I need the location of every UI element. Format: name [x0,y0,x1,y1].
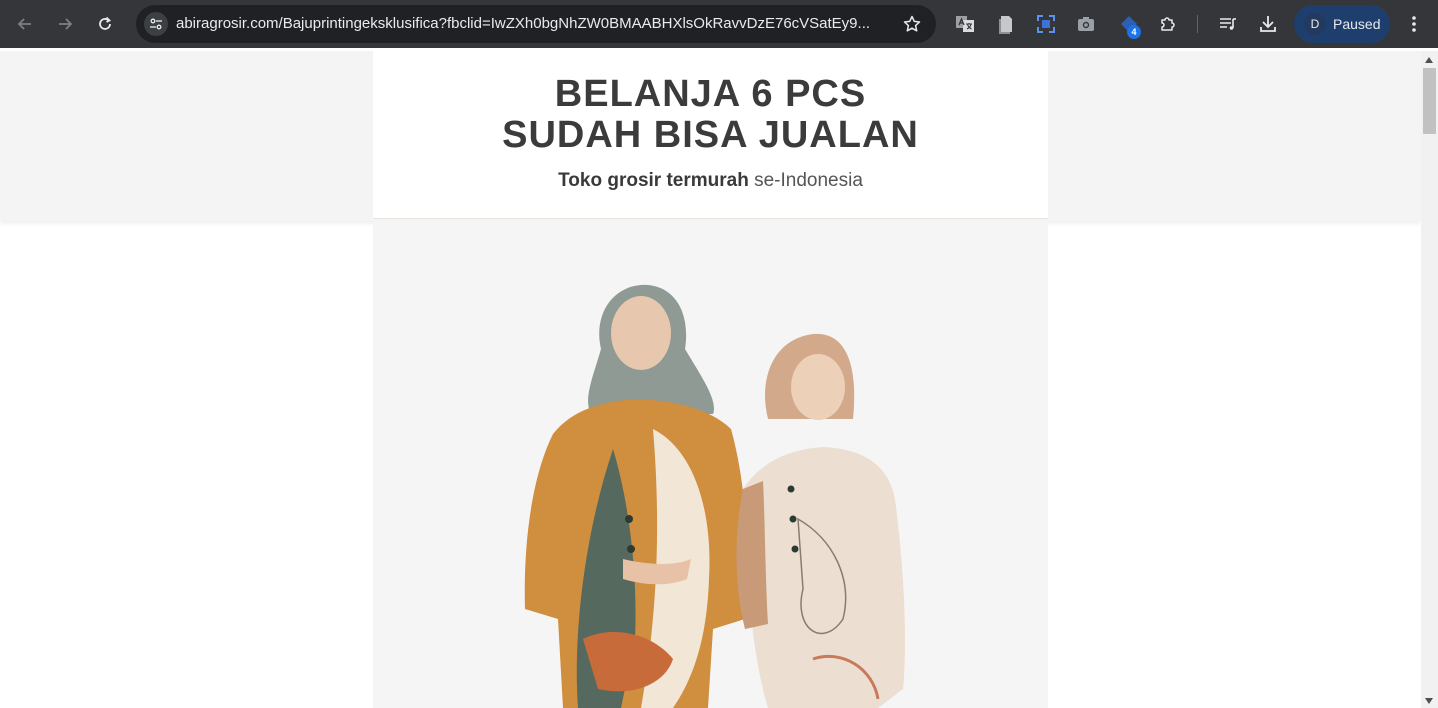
models-illustration [524,284,906,708]
back-button[interactable] [9,8,41,40]
headline-line-1: BELANJA 6 PCS [554,73,867,115]
extension-badge-count: 4 [1127,25,1141,39]
reload-icon [99,16,112,30]
profile-status-label: Paused [1333,16,1381,32]
reading-list-button[interactable] [1216,12,1240,36]
url-text[interactable]: abiragrosir.com/Bajuprintingeksklusifica… [176,5,892,43]
scroll-down-arrow-icon[interactable] [1425,698,1433,704]
queue-music-icon [1220,18,1236,30]
download-icon [1260,16,1276,32]
camera-icon [1078,17,1094,31]
more-vertical-icon [1412,16,1416,32]
downloads-button[interactable] [1256,12,1280,36]
translate-extension-button[interactable] [953,12,977,36]
model-left [524,284,748,708]
toolbar-separator [1197,15,1198,33]
profile-button[interactable]: D Paused [1294,5,1390,43]
capture-frame-icon [1037,15,1055,33]
subheadline-bold: Toko grosir termurah [558,170,749,191]
promo-headline: BELANJA 6 PCS SUDAH BISA JUALAN [373,51,1048,156]
reload-button[interactable] [89,8,121,40]
translate-icon [956,16,974,32]
document-icon [999,16,1012,34]
promo-subheadline: Toko grosir termurah se-Indonesia [373,170,1048,192]
puzzle-piece-icon [1161,17,1175,31]
bookmark-star-button[interactable] [902,14,922,38]
forward-button[interactable] [49,8,81,40]
model-right [736,333,906,708]
page-scrollbar[interactable] [1421,51,1438,708]
arrow-right-icon [59,18,73,30]
arrow-left-icon [17,18,31,30]
browser-menu-button[interactable] [1402,12,1426,36]
address-bar[interactable]: abiragrosir.com/Bajuprintingeksklusifica… [136,5,936,43]
site-info-button[interactable] [144,12,168,36]
hero-product-image [373,219,1048,708]
star-icon [903,15,921,32]
tune-icon [150,18,162,30]
headline-line-2: SUDAH BISA JUALAN [502,114,919,156]
subheadline-rest: se-Indonesia [748,170,863,191]
page-viewport: BELANJA 6 PCS SUDAH BISA JUALAN Toko gro… [0,51,1421,708]
avatar: D [1304,13,1326,35]
extensions-menu-button[interactable] [1156,12,1180,36]
screen-capture-extension-button[interactable] [1034,12,1058,36]
scroll-up-arrow-icon[interactable] [1425,57,1433,63]
browser-toolbar: abiragrosir.com/Bajuprintingeksklusifica… [0,0,1438,48]
scrollbar-thumb[interactable] [1423,68,1436,134]
promo-header: BELANJA 6 PCS SUDAH BISA JUALAN Toko gro… [373,51,1048,219]
reader-extension-button[interactable] [994,12,1018,36]
screenshot-extension-button[interactable] [1074,12,1098,36]
